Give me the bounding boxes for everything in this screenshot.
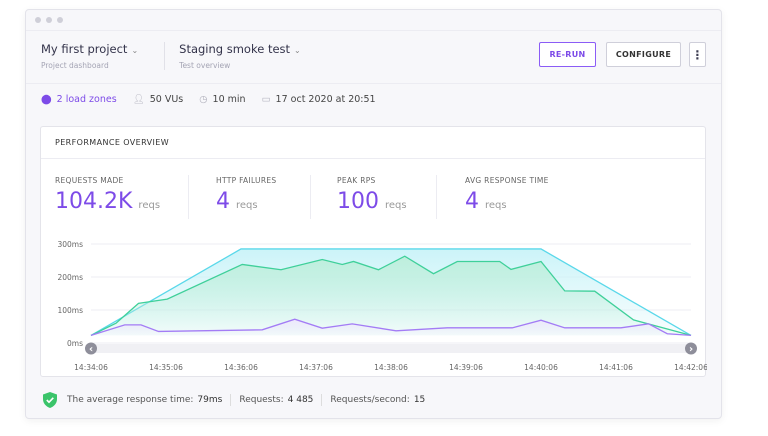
project-name: My first project	[41, 42, 128, 56]
test-subtitle: Test overview	[179, 61, 231, 70]
x-tick-label: 14:35:06	[149, 363, 183, 372]
y-tick-label: 0ms	[67, 339, 83, 348]
y-tick-label: 200ms	[57, 273, 83, 282]
scroll-left-icon: ‹	[89, 344, 93, 355]
test-selector[interactable]: Staging smoke test ⌄ Test overview	[164, 42, 327, 70]
chevron-down-icon: ⌄	[294, 46, 301, 55]
user-icon: 👤︎	[132, 94, 145, 105]
location-pin-icon: ⬤	[41, 94, 52, 105]
vus-count: 50 VUs	[149, 94, 184, 105]
x-tick-label: 14:37:06	[299, 363, 333, 372]
clock-icon: ◷	[199, 94, 208, 105]
shield-check-icon	[43, 392, 57, 408]
configure-button[interactable]: CONFIGURE	[606, 42, 681, 67]
summary-footer: The average response time: 79ms Requests:…	[41, 391, 425, 409]
project-selector[interactable]: My first project ⌄ Project dashboard	[41, 42, 164, 70]
more-options-button[interactable]: ⋮	[689, 42, 706, 67]
window-controls	[35, 17, 63, 23]
x-tick-label: 14:39:06	[449, 363, 483, 372]
calendar-icon: ▭	[261, 94, 271, 105]
x-tick-label: 14:42:06	[674, 363, 707, 372]
x-tick-label: 14:40:06	[524, 363, 558, 372]
performance-chart: 0ms 100ms 200ms 300ms ‹ › 14:34:06 14:35:06 14:3…	[57, 240, 707, 372]
project-subtitle: Project dashboard	[41, 61, 109, 70]
test-name: Staging smoke test	[179, 42, 291, 56]
load-zones-link[interactable]: 2 load zones	[57, 94, 117, 105]
x-tick-label: 14:38:06	[374, 363, 408, 372]
scroll-right-icon: ›	[689, 344, 693, 355]
start-date: 17 oct 2020 at 20:51	[275, 94, 376, 105]
x-tick-label: 14:36:06	[224, 363, 258, 372]
chevron-down-icon: ⌄	[131, 46, 139, 55]
x-tick-label: 14:41:06	[599, 363, 633, 372]
app-window: My first project ⌄ Project dashboard Stag…	[25, 9, 722, 419]
y-tick-label: 100ms	[57, 306, 83, 315]
rps-value: 15	[413, 395, 426, 405]
range-scrollbar[interactable]	[91, 344, 691, 353]
avg-response-value: 79ms	[197, 395, 223, 405]
performance-overview-card: PERFORMANCE OVERVIEW REQUESTS MADE 104.2K…	[40, 126, 707, 377]
y-tick-label: 300ms	[57, 240, 83, 249]
duration: 10 min	[212, 94, 246, 105]
x-tick-label: 14:34:06	[74, 363, 108, 372]
rerun-button[interactable]: RE-RUN	[539, 42, 596, 67]
requests-value: 4 485	[287, 395, 314, 405]
